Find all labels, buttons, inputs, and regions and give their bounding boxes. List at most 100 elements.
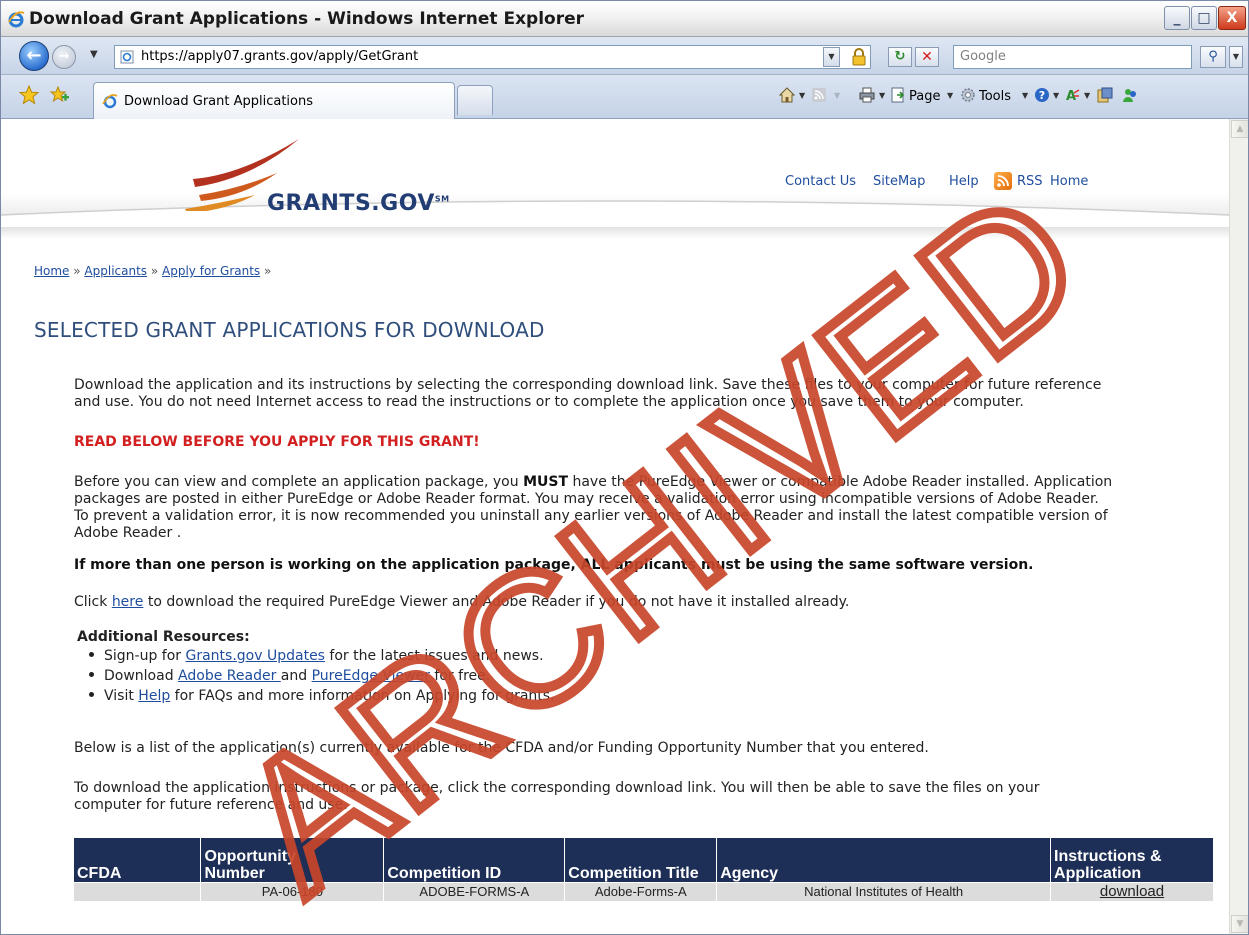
resource-item: Visit Help for FAQs and more information… [89, 688, 555, 704]
help-link[interactable]: Help [949, 174, 979, 189]
pureedge-viewer-link[interactable]: PureEdge Viewer [312, 668, 430, 684]
page-icon [120, 50, 134, 64]
url-text: https://apply07.grants.gov/apply/GetGran… [141, 49, 419, 64]
svg-text:?: ? [1039, 89, 1045, 102]
page-dropdown-icon[interactable]: ▼ [947, 91, 953, 100]
table-header-row: CFDA Opportunity Number Competition ID Co… [74, 838, 1214, 882]
back-button[interactable]: ← [19, 41, 49, 71]
search-icon[interactable]: ⚲ [1200, 46, 1226, 68]
add-favorite-icon[interactable] [50, 85, 70, 105]
tab-command-bar: Download Grant Applications ▼ ▼ ▼ Page ▼ [1, 75, 1248, 119]
refresh-button[interactable]: ↻ [888, 47, 912, 67]
maximize-button[interactable]: □ [1191, 6, 1217, 30]
cell-opportunity-number: PA-06-180 [200, 881, 385, 901]
cell-competition-id: ADOBE-FORMS-A [383, 881, 566, 901]
print-icon[interactable] [859, 87, 875, 103]
recent-pages-dropdown-icon[interactable]: ▼ [90, 49, 98, 60]
breadcrumb-apply-for-grants[interactable]: Apply for Grants [162, 264, 260, 278]
research-dropdown-icon[interactable]: ▼ [1084, 91, 1090, 100]
header-opportunity-number: Opportunity Number [200, 838, 385, 882]
requirement-line-4: Adobe Reader . [74, 525, 182, 541]
research-icon[interactable]: A [1065, 87, 1081, 103]
home-icon[interactable] [779, 87, 795, 103]
additional-resources-title: Additional Resources: [77, 629, 250, 645]
help-icon[interactable]: ? [1034, 87, 1050, 103]
header-cfda: CFDA [74, 838, 202, 882]
search-input[interactable]: Google [953, 45, 1192, 69]
page-menu[interactable]: Page [909, 89, 940, 104]
minimize-button[interactable]: _ [1164, 6, 1190, 30]
feeds-icon[interactable] [811, 87, 827, 103]
cell-download: download [1050, 881, 1214, 901]
help-faq-link[interactable]: Help [138, 688, 170, 704]
requirement-line-1: Before you can view and complete an appl… [74, 474, 1113, 490]
new-tab-button[interactable] [457, 85, 493, 115]
tools-dropdown-icon[interactable]: ▼ [1022, 91, 1028, 100]
breadcrumb-separator: » [264, 264, 272, 278]
adobe-reader-link[interactable]: Adobe Reader [178, 668, 281, 684]
breadcrumb-separator: » [73, 264, 85, 278]
print-dropdown-icon[interactable]: ▼ [879, 91, 885, 100]
resource-item: Sign-up for Grants.gov Updates for the l… [89, 648, 544, 664]
ie-icon [8, 11, 25, 28]
stop-button[interactable]: ✕ [915, 47, 939, 67]
lock-icon[interactable] [849, 47, 869, 67]
feeds-dropdown-icon[interactable]: ▼ [834, 91, 840, 100]
home-link[interactable]: Home [1050, 174, 1088, 189]
gear-icon [961, 88, 975, 102]
requirement-line-2: packages are posted in either PureEdge o… [74, 491, 1099, 507]
home-dropdown-icon[interactable]: ▼ [799, 91, 805, 100]
browser-window: Download Grant Applications - Windows In… [0, 0, 1249, 935]
address-toolbar: ← → ▼ https://apply07.grants.gov/apply/G… [1, 37, 1248, 75]
scroll-down-arrow-icon[interactable]: ▼ [1231, 915, 1248, 933]
grant-applications-table: CFDA Opportunity Number Competition ID Co… [74, 838, 1214, 901]
breadcrumb-home[interactable]: Home [34, 264, 69, 278]
download-viewer-text: Click here to download the required Pure… [74, 594, 850, 610]
contact-us-link[interactable]: Contact Us [785, 174, 856, 189]
url-field[interactable]: https://apply07.grants.gov/apply/GetGran… [114, 45, 871, 69]
close-button[interactable]: X [1218, 6, 1246, 30]
vertical-scrollbar[interactable]: ▲ ▼ [1229, 119, 1248, 934]
page-content: GRANTS.GOVSM Contact Us SiteMap Help RSS… [1, 119, 1229, 934]
header-competition-title: Competition Title [564, 838, 718, 882]
below-list-text: Below is a list of the application(s) cu… [74, 740, 929, 756]
help-dropdown-icon[interactable]: ▼ [1053, 91, 1059, 100]
resource-item: Download Adobe Reader and PureEdge Viewe… [89, 668, 490, 684]
window-title: Download Grant Applications - Windows In… [29, 9, 585, 29]
favorites-star-icon[interactable] [19, 85, 39, 105]
header-competition-id: Competition ID [383, 838, 566, 882]
ie-page-icon [102, 94, 118, 109]
search-options-dropdown-icon[interactable]: ▼ [1229, 46, 1243, 68]
requirement-line-3: To prevent a validation error, it is now… [74, 508, 1108, 524]
url-dropdown-icon[interactable]: ▼ [823, 47, 840, 67]
title-bar: Download Grant Applications - Windows In… [1, 1, 1248, 37]
rss-link[interactable]: RSS [1017, 174, 1043, 189]
grants-gov-updates-link[interactable]: Grants.gov Updates [186, 648, 325, 664]
breadcrumb-applicants[interactable]: Applicants [84, 264, 147, 278]
tab-label: Download Grant Applications [124, 94, 314, 109]
cell-cfda [74, 881, 202, 901]
to-download-line-1: To download the application instructions… [74, 780, 1040, 796]
header-agency: Agency [716, 838, 1052, 882]
messenger-icon[interactable] [1122, 87, 1138, 103]
warning-text: READ BELOW BEFORE YOU APPLY FOR THIS GRA… [74, 434, 480, 450]
must-text: MUST [523, 474, 569, 490]
forward-button[interactable]: → [52, 45, 76, 69]
tools-menu[interactable]: Tools [979, 89, 1011, 104]
blog-this-icon[interactable] [1097, 87, 1113, 103]
cell-competition-title: Adobe-Forms-A [564, 881, 718, 901]
scroll-up-arrow-icon[interactable]: ▲ [1231, 120, 1248, 138]
site-header: GRANTS.GOVSM Contact Us SiteMap Help RSS… [1, 119, 1229, 239]
intro-line-2: and use. You do not need Internet access… [74, 394, 1024, 410]
sitemap-link[interactable]: SiteMap [873, 174, 925, 189]
breadcrumb: Home » Applicants » Apply for Grants » [34, 264, 271, 278]
page-title: SELECTED GRANT APPLICATIONS FOR DOWNLOAD [34, 318, 545, 342]
grants-gov-logo[interactable]: GRANTS.GOVSM [267, 191, 450, 216]
page-menu-icon [891, 87, 905, 103]
here-link[interactable]: here [112, 594, 144, 610]
header-instructions-application: Instructions & Application [1050, 838, 1214, 882]
download-link[interactable]: download [1100, 883, 1164, 900]
tab-download-grant-applications[interactable]: Download Grant Applications [93, 82, 455, 119]
same-version-notice: If more than one person is working on th… [74, 557, 1034, 573]
rss-icon[interactable] [994, 172, 1012, 190]
